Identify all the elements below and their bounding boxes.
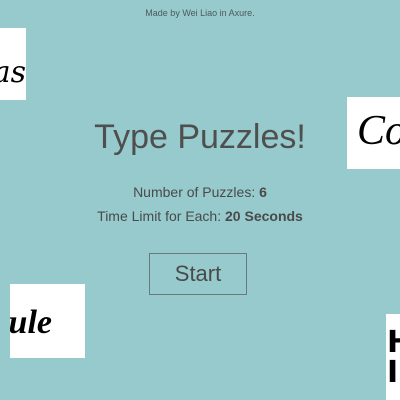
puzzle-count-info: Number of Puzzles: 6 [0, 183, 400, 201]
credit-text: Made by Wei Liao in Axure. [145, 8, 255, 18]
puzzle-count-value: 6 [259, 184, 267, 200]
time-limit-info: Time Limit for Each: 20 Seconds [0, 207, 400, 225]
type-card-3-text: ule [10, 304, 52, 341]
time-limit-label: Time Limit for Each: [97, 208, 226, 224]
type-card-1: as [0, 28, 26, 100]
type-card-2: Co [347, 97, 400, 169]
page-title: Type Puzzles! [94, 118, 306, 156]
start-button[interactable]: Start [149, 253, 247, 295]
type-card-2-text: Co [357, 108, 400, 154]
type-card-4-text: H I [387, 325, 400, 390]
puzzle-count-label: Number of Puzzles: [133, 184, 260, 200]
time-limit-value: 20 Seconds [225, 208, 303, 224]
type-card-1-text: as [0, 55, 26, 90]
type-card-3: ule [10, 284, 85, 358]
type-card-4: H I [386, 314, 400, 400]
